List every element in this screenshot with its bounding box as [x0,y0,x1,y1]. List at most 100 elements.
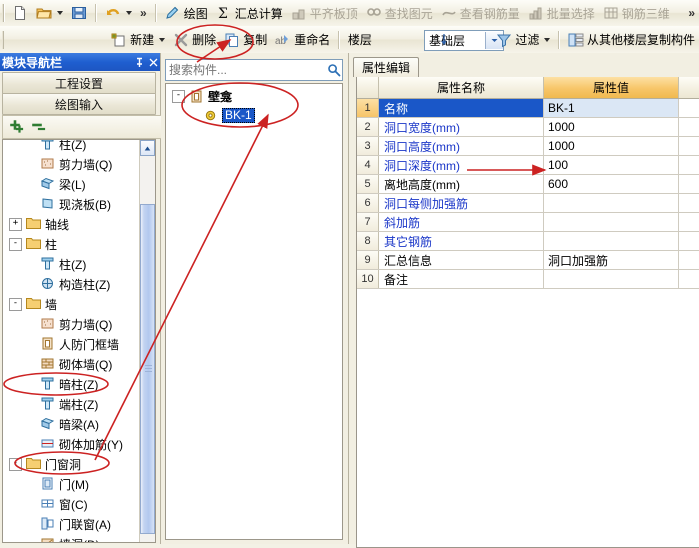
module-tree-item-7[interactable]: 构造柱(Z) [3,274,140,294]
module-tree-item-15[interactable]: 砌体加筋(Y) [3,434,140,454]
project-settings-button[interactable]: 工程设置 [2,72,156,94]
property-row-value[interactable]: 600 [544,175,679,193]
filter-button[interactable]: 过滤 [492,30,554,49]
property-row-value[interactable]: 100 [544,156,679,174]
tree-expander-icon[interactable]: - [9,457,22,471]
tree-expander-icon[interactable]: - [9,297,22,311]
toolbar-overflow-button[interactable]: » [136,5,151,21]
pin-icon[interactable] [132,55,146,69]
tree-expander-icon[interactable]: + [9,217,22,231]
module-tree-item-19[interactable]: 门联窗(A) [3,514,140,534]
module-tree-item-2[interactable]: 梁(L) [3,174,140,194]
property-row[interactable]: 5 离地高度(mm) 600 [357,175,699,194]
undo-caret-icon[interactable] [126,11,132,15]
property-grid-body[interactable]: 1 名称 BK-1 2 洞口宽度(mm) 1000 3 洞口高度(mm) 1000 4 洞口深度(m… [357,99,699,289]
property-row-name[interactable]: 离地高度(mm) [379,175,544,193]
delete-component-button[interactable]: 删除 [169,30,220,49]
module-tree-item-13[interactable]: 端柱(Z) [3,394,140,414]
remove-icon[interactable] [31,119,47,135]
property-row-extra[interactable] [679,175,699,193]
add-icon[interactable] [9,119,25,135]
tab-property-editor[interactable]: 属性编辑 [353,57,420,77]
toolbar-grip[interactable] [2,4,5,22]
property-row-extra[interactable] [679,194,699,212]
new-component-caret-icon[interactable] [159,37,166,42]
draw-button[interactable]: 绘图 [161,4,212,23]
property-row-value[interactable]: 洞口加强筋 [544,251,679,269]
property-row-value[interactable] [544,213,679,231]
property-row-name[interactable]: 名称 [379,99,544,117]
property-row-extra[interactable] [679,251,699,269]
module-tree-scroll-thumb[interactable] [140,204,155,534]
property-row[interactable]: 7 斜加筋 [357,213,699,232]
module-tree-item-11[interactable]: 砌体墙(Q) [3,354,140,374]
align-slab-button[interactable]: 平齐板顶 [287,4,362,23]
save-button[interactable] [67,4,91,22]
component-tree-item-0[interactable]: - 壁龛 [166,87,342,106]
property-row[interactable]: 9 汇总信息 洞口加强筋 [357,251,699,270]
component-tree[interactable]: - 壁龛 BK-1 [165,83,343,540]
module-tree-item-18[interactable]: 窗(C) [3,494,140,514]
property-row-name[interactable]: 其它钢筋 [379,232,544,250]
module-tree-item-9[interactable]: 剪力墙(Q) [3,314,140,334]
property-row-name[interactable]: 备注 [379,270,544,288]
property-row[interactable]: 4 洞口深度(mm) 100 [357,156,699,175]
property-row-value[interactable]: BK-1 [544,99,679,117]
draw-input-button[interactable]: 绘图输入 [2,93,156,115]
property-row-name[interactable]: 洞口每侧加强筋 [379,194,544,212]
property-row-extra[interactable] [679,156,699,174]
undo-button[interactable] [101,4,136,22]
property-row-extra[interactable] [679,270,699,288]
property-row-extra[interactable] [679,99,699,117]
property-row-value[interactable] [544,232,679,250]
module-tree-item-1[interactable]: 剪力墙(Q) [3,154,140,174]
property-row[interactable]: 8 其它钢筋 [357,232,699,251]
property-grid-column-header-3[interactable]: 附 [679,77,699,98]
search-box[interactable] [165,59,343,81]
module-tree-item-4[interactable]: + 轴线 [3,214,140,234]
main-toolbar-overflow[interactable]: » [684,5,699,21]
module-tree-item-20[interactable]: 墙洞(D) [3,534,140,542]
property-row-value[interactable] [544,270,679,288]
module-tree-scrollbar[interactable] [139,140,155,542]
copy-component-button[interactable]: 复制 [220,30,271,49]
property-row[interactable]: 3 洞口高度(mm) 1000 [357,137,699,156]
module-tree-item-3[interactable]: 现浇板(B) [3,194,140,214]
property-grid-column-header-0[interactable] [357,77,379,98]
module-tree-item-0[interactable]: 柱(Z) [3,140,140,154]
property-row-value[interactable]: 1000 [544,137,679,155]
property-row-extra[interactable] [679,118,699,136]
property-row-extra[interactable] [679,232,699,250]
module-tree-item-12[interactable]: 暗柱(Z) [3,374,140,394]
component-toolbar-grip[interactable] [2,30,4,49]
property-row-name[interactable]: 斜加筋 [379,213,544,231]
property-grid-column-header-1[interactable]: 属性名称 [379,77,544,98]
scroll-up-button[interactable] [140,140,155,156]
property-row-name[interactable]: 汇总信息 [379,251,544,269]
property-grid-column-header-2[interactable]: 属性值 [544,77,679,98]
module-tree-item-16[interactable]: - 门窗洞 [3,454,140,474]
property-row-value[interactable]: 1000 [544,118,679,136]
module-tree-item-6[interactable]: 柱(Z) [3,254,140,274]
copy-from-other-floor-button[interactable]: 从其他楼层复制构件 [564,30,699,49]
property-row-value[interactable] [544,194,679,212]
component-tree-item-1[interactable]: BK-1 [166,106,342,125]
property-row[interactable]: 6 洞口每侧加强筋 [357,194,699,213]
property-row-extra[interactable] [679,137,699,155]
new-component-button[interactable]: 新建 [107,30,169,49]
property-row-name[interactable]: 洞口高度(mm) [379,137,544,155]
new-file-button[interactable] [8,4,32,22]
property-grid[interactable]: 属性名称属性值附 1名称BK-12洞口宽度(mm)10003洞口高度(mm)10… [356,77,699,548]
close-icon[interactable] [146,55,160,69]
rebar-3d-button[interactable]: 钢筋三维 [599,4,674,23]
module-tree-item-10[interactable]: 人防门框墙 [3,334,140,354]
property-row-name[interactable]: 洞口宽度(mm) [379,118,544,136]
module-tree-item-8[interactable]: -墙 [3,294,140,314]
calculate-button[interactable]: Σ 汇总计算 [212,4,287,23]
tree-expander-icon[interactable]: - [172,90,185,103]
module-tree-item-5[interactable]: -柱 [3,234,140,254]
module-tree-item-17[interactable]: 门(M) [3,474,140,494]
property-row[interactable]: 1 名称 BK-1 [357,99,699,118]
open-file-button[interactable] [32,4,67,22]
module-tree-item-14[interactable]: 暗梁(A) [3,414,140,434]
